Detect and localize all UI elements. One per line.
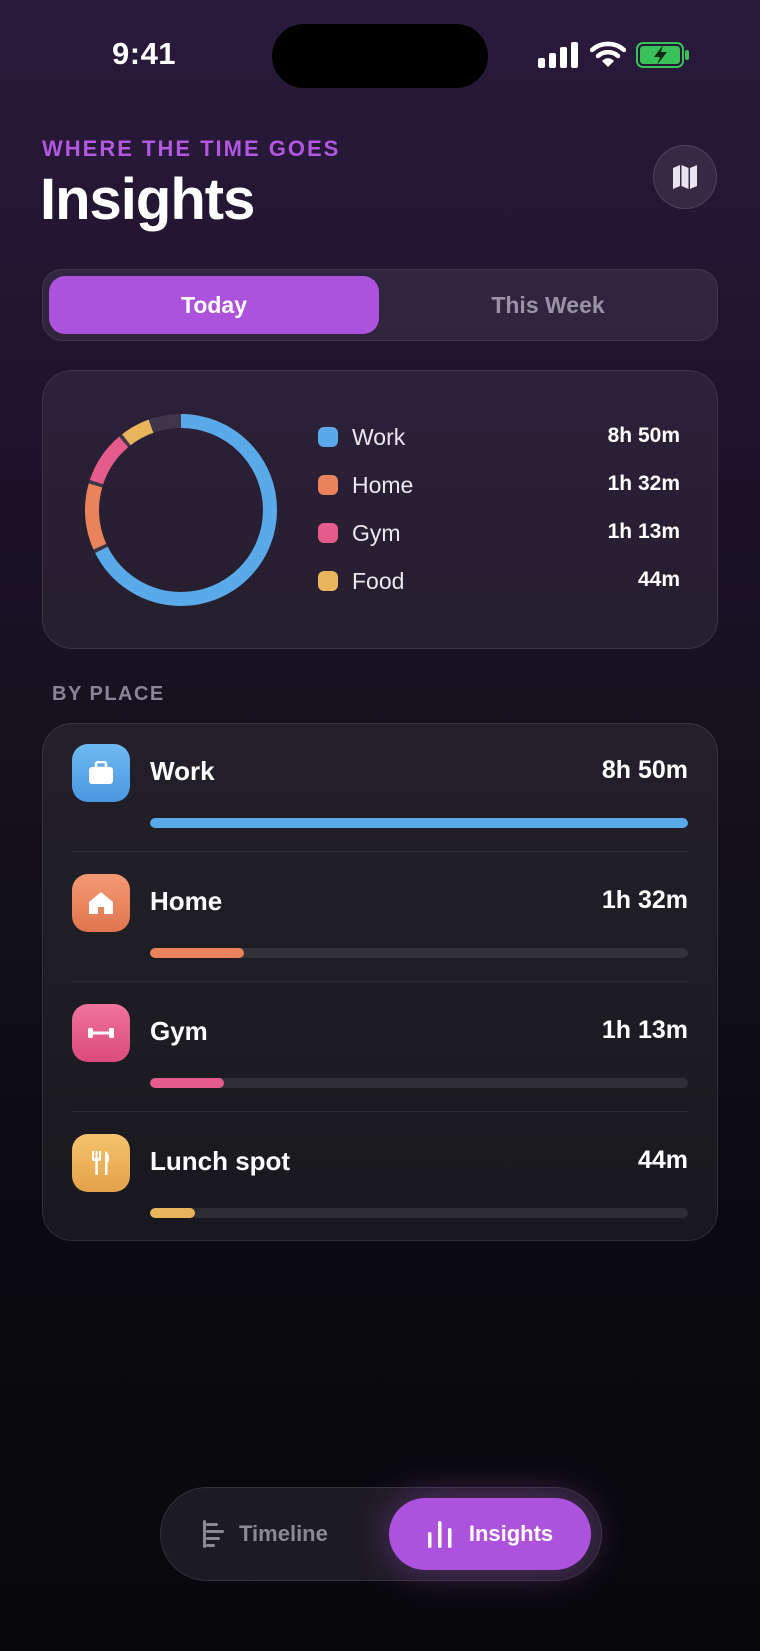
time-donut-chart xyxy=(85,414,277,606)
legend-swatch xyxy=(318,571,338,591)
place-icon-tile xyxy=(72,744,130,802)
place-duration: 44m xyxy=(637,1146,688,1174)
tab-timeline[interactable]: Timeline xyxy=(201,1506,328,1562)
segment-today[interactable]: Today xyxy=(49,276,379,334)
place-progress-fill xyxy=(150,1078,225,1088)
place-progress-track xyxy=(150,1078,688,1088)
tab-label: Timeline xyxy=(239,1521,328,1546)
dumbbell-icon xyxy=(88,1028,114,1038)
place-progress-fill xyxy=(150,948,244,958)
place-icon-tile xyxy=(72,1134,130,1192)
legend-value: 1h 32m xyxy=(607,472,680,495)
place-duration: 8h 50m xyxy=(601,756,688,784)
segment-this-week[interactable]: This Week xyxy=(383,276,713,334)
legend-swatch xyxy=(318,523,338,543)
briefcase-icon xyxy=(89,761,113,784)
timeline-icon xyxy=(203,1520,224,1548)
tab-label: Insights xyxy=(468,1521,554,1546)
place-progress-track xyxy=(150,948,688,958)
place-progress-fill xyxy=(150,1208,195,1218)
legend-label: Gym xyxy=(352,520,401,546)
place-row-home[interactable]: Home 1h 32m xyxy=(72,852,688,982)
tab-insights[interactable]: Insights xyxy=(389,1498,591,1570)
place-progress-track xyxy=(150,1208,688,1218)
place-name: Lunch spot xyxy=(150,1146,291,1176)
legend-row-work: Work 8h 50m xyxy=(318,418,680,458)
legend-row-home: Home 1h 32m xyxy=(318,466,680,506)
place-duration: 1h 13m xyxy=(601,1016,688,1044)
house-icon xyxy=(89,892,113,914)
place-duration: 1h 32m xyxy=(601,886,688,914)
legend-swatch xyxy=(318,475,338,495)
period-segmented-control: Today This Week xyxy=(42,269,718,341)
map-icon xyxy=(673,165,697,189)
tab-bar: Timeline Insights xyxy=(160,1487,602,1581)
legend-label: Home xyxy=(352,472,414,498)
legend-value: 8h 50m xyxy=(607,424,680,447)
place-icon-tile xyxy=(72,1004,130,1062)
legend-label: Food xyxy=(352,568,405,594)
place-row-gym[interactable]: Gym 1h 13m xyxy=(72,982,688,1112)
place-name: Home xyxy=(150,886,223,916)
legend-row-gym: Gym 1h 13m xyxy=(318,514,680,554)
page-title: Insights xyxy=(40,167,255,232)
place-progress-fill xyxy=(150,818,688,828)
fork-knife-icon xyxy=(92,1151,110,1175)
wifi-icon xyxy=(590,41,626,67)
legend-label: Work xyxy=(352,424,406,450)
place-icon-tile xyxy=(72,874,130,932)
legend-row-food: Food 44m xyxy=(318,562,680,602)
legend-swatch xyxy=(318,427,338,447)
section-label-by-place: BY PLACE xyxy=(52,683,165,705)
place-name: Work xyxy=(150,756,215,786)
bar-chart-icon xyxy=(427,1521,452,1548)
map-button[interactable] xyxy=(653,145,717,209)
place-progress-track xyxy=(150,818,688,828)
legend-value: 1h 13m xyxy=(607,520,680,543)
battery-charging-icon xyxy=(636,42,689,68)
status-time: 9:41 xyxy=(112,36,177,71)
header-eyebrow: WHERE THE TIME GOES xyxy=(42,136,341,161)
cellular-signal-icon xyxy=(538,42,578,68)
place-row-work[interactable]: Work 8h 50m xyxy=(72,722,688,852)
place-name: Gym xyxy=(150,1016,208,1046)
place-row-lunch-spot[interactable]: Lunch spot 44m xyxy=(72,1112,688,1242)
legend-value: 44m xyxy=(637,568,680,591)
dynamic-island xyxy=(272,24,488,88)
